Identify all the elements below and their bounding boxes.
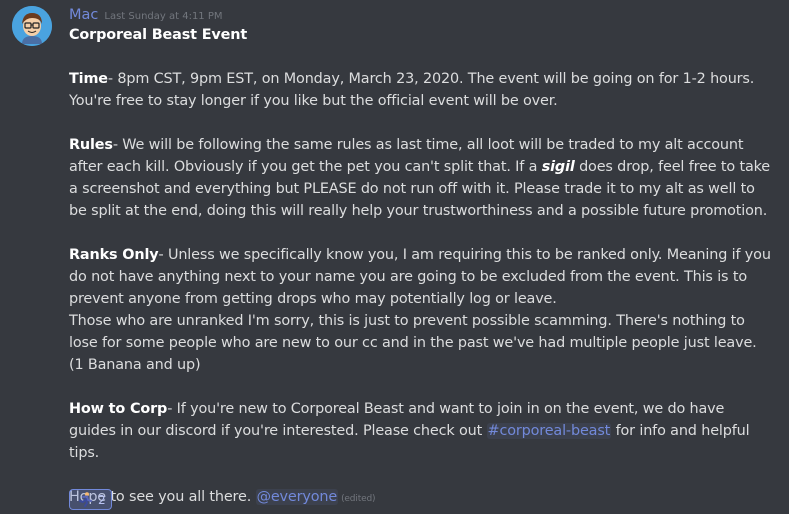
corp-label: How to Corp — [69, 401, 168, 417]
ranks-label: Ranks Only — [69, 247, 159, 263]
message-header: Mac Last Sunday at 4:11 PM — [69, 4, 774, 24]
rules-emphasis: sigil — [541, 159, 575, 175]
ranks-text: - Unless we specifically know you, I am … — [69, 247, 771, 307]
edited-label: (edited) — [341, 494, 376, 504]
closing-paragraph: Hope to see you all there. @everyone (edi… — [69, 486, 774, 510]
rules-paragraph: Rules- We will be following the same rul… — [69, 134, 774, 222]
everyone-mention[interactable]: @everyone — [255, 489, 339, 505]
rules-label: Rules — [69, 137, 113, 153]
ranks-paragraph: Ranks Only- Unless we specifically know … — [69, 244, 774, 310]
time-paragraph: Time- 8pm CST, 9pm EST, on Monday, March… — [69, 68, 774, 112]
username[interactable]: Mac — [69, 7, 98, 23]
time-label: Time — [69, 71, 108, 87]
message-content: Mac Last Sunday at 4:11 PM Corporeal Beas… — [69, 4, 774, 510]
ranks-paragraph-2: Those who are unranked I'm sorry, this i… — [69, 313, 757, 373]
time-text: - 8pm CST, 9pm EST, on Monday, March 23,… — [69, 71, 755, 109]
message-body: Corporeal Beast Event Time- 8pm CST, 9pm… — [69, 24, 774, 510]
avatar-image-icon — [12, 6, 52, 46]
channel-link[interactable]: #corporeal-beast — [486, 423, 612, 439]
reaction-button[interactable]: 2 — [69, 489, 112, 510]
running-person-icon — [79, 492, 92, 507]
corp-paragraph: How to Corp- If you're new to Corporeal … — [69, 398, 774, 464]
message-timestamp[interactable]: Last Sunday at 4:11 PM — [104, 11, 222, 22]
event-title: Corporeal Beast Event — [69, 27, 248, 43]
reaction-count: 2 — [98, 492, 106, 507]
user-avatar[interactable] — [12, 6, 52, 46]
